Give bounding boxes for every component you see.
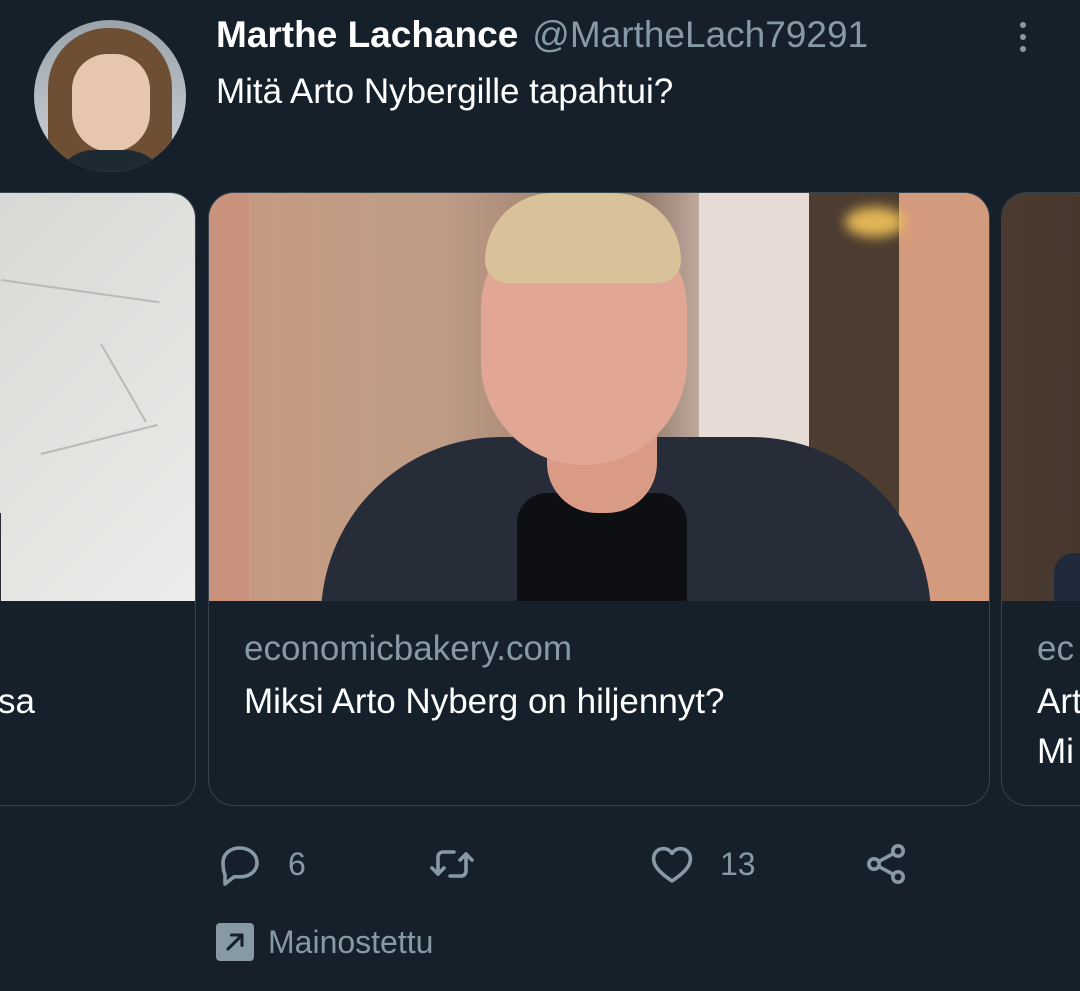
reply-button[interactable]: 6 xyxy=(216,836,306,892)
promoted-indicator[interactable]: Mainostettu xyxy=(216,920,433,964)
card-title-line: Mi xyxy=(1037,732,1074,771)
reply-count: 6 xyxy=(288,845,306,882)
heart-icon xyxy=(651,846,693,883)
carousel-card[interactable]: economicbakery.com Miksi Arto Nyberg on … xyxy=(208,192,990,806)
retweet-icon xyxy=(430,850,474,878)
card-domain: ec xyxy=(1037,629,1074,668)
carousel-card[interactable]: ec Art Mi xyxy=(1001,192,1080,806)
share-icon xyxy=(867,844,905,884)
promoted-tweet: Marthe Lachance @MartheLach79291 Mitä Ar… xyxy=(0,0,1080,991)
card-domain: economicbakery.com xyxy=(244,629,573,668)
card-title: sa xyxy=(0,682,35,721)
card-image xyxy=(209,193,989,601)
tweet-text: Mitä Arto Nybergille tapahtui? xyxy=(216,72,674,111)
card-title-line: Art xyxy=(1037,682,1080,721)
tweet-header: Marthe Lachance @MartheLach79291 xyxy=(216,14,868,62)
promoted-label: Mainostettu xyxy=(268,923,434,960)
card-carousel[interactable]: sa economicbakery.com Miksi Arto Nyberg … xyxy=(0,192,1080,806)
author-handle[interactable]: @MartheLach79291 xyxy=(532,14,868,56)
card-title: Miksi Arto Nyberg on hiljennyt? xyxy=(244,682,725,721)
card-image xyxy=(0,193,195,601)
reply-icon xyxy=(221,846,259,886)
promoted-arrow-icon xyxy=(216,923,254,961)
carousel-card[interactable]: sa xyxy=(0,192,196,806)
avatar-face xyxy=(72,54,150,152)
tweet-actions: 6 13 xyxy=(216,836,936,892)
card-image xyxy=(1002,193,1080,601)
more-vertical-icon[interactable] xyxy=(1006,16,1040,58)
like-count: 13 xyxy=(720,845,756,882)
card-title: Art Mi xyxy=(1037,677,1080,777)
author-display-name[interactable]: Marthe Lachance xyxy=(216,14,518,56)
retweet-button[interactable] xyxy=(428,836,500,892)
share-button[interactable] xyxy=(862,836,910,892)
like-button[interactable]: 13 xyxy=(648,836,756,892)
avatar[interactable] xyxy=(34,20,186,172)
